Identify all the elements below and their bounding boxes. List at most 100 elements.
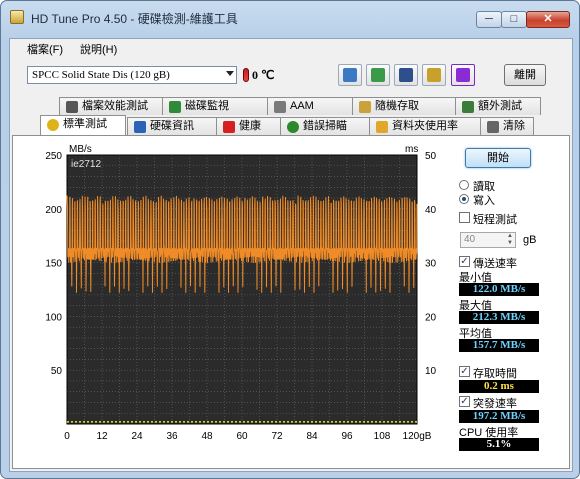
tab-label: 清除 [503,120,525,132]
tab-row-bottom: 標準測試 硬碟資訊 健康 錯誤掃瞄 資料夾使用率 清除 [10,115,570,135]
tab-label: 標準測試 [63,118,107,130]
tab-label: 磁碟監視 [185,100,229,112]
maximize-button[interactable]: □ [501,11,527,28]
short-test-label: 短程測試 [473,214,517,226]
x-tick-label: 36 [166,431,178,442]
tab-label: 健康 [239,120,261,132]
access-time-value: 0.2 ms [459,380,539,393]
save-icon [399,68,413,82]
x-tick-label: 60 [236,431,248,442]
window-frame: HD Tune Pro 4.50 - 硬碟檢測-維護工具 ─ □ ✕ 檔案(F)… [0,0,580,479]
y-tick-label: 50 [51,366,63,377]
error-scan-icon [287,121,299,133]
y2-tick-label: 50 [425,151,437,162]
copy-screenshot-icon [371,68,385,82]
stepper-up-icon[interactable]: ▲ [505,233,515,240]
tab-error-scan[interactable]: 錯誤掃瞄 [280,117,370,135]
x-tick-label: 84 [306,431,318,442]
tab-label: 額外測試 [478,100,522,112]
tab-label: 資料夾使用率 [392,120,458,132]
write-radio[interactable] [459,194,469,204]
client-area: 檔案(F) 說明(H) SPCC Solid State Dis (120 gB… [9,38,573,472]
controls-panel: 開始 讀取 寫入 短程測試 40 ▲ ▼ gB ✓ 傳送速率 最小值 122.0… [453,136,568,466]
benchmark-icon [47,119,59,131]
x-tick-label: 72 [271,431,283,442]
tab-label: AAM [290,100,314,112]
tab-label: 錯誤掃瞄 [303,120,347,132]
drive-select-value: SPCC Solid State Dis (120 gB) [32,69,170,81]
download-icon [456,68,470,82]
temperature-readout: 0 ℃ [252,68,275,82]
y2-tick-label: 20 [425,312,437,323]
y-tick-label: 100 [45,312,62,323]
extra-tests-icon [462,101,474,113]
tab-erase[interactable]: 清除 [480,117,534,135]
download-button[interactable] [451,64,475,86]
speaker-icon [274,101,286,113]
write-label: 寫入 [473,195,495,207]
x-tick-label: 48 [201,431,213,442]
erase-icon [487,121,499,133]
tab-random-access[interactable]: 隨機存取 [352,97,456,115]
transfer-rate-checkbox[interactable]: ✓ [459,256,470,267]
read-radio[interactable] [459,180,469,190]
menu-file[interactable]: 檔案(F) [27,41,63,57]
tab-folder-usage[interactable]: 資料夾使用率 [369,117,481,135]
start-button[interactable]: 開始 [465,148,531,168]
save-button[interactable] [394,64,418,86]
exit-button[interactable]: 離開 [504,64,546,86]
burst-rate-checkbox[interactable]: ✓ [459,396,470,407]
y2-tick-label: 30 [425,259,437,270]
tab-aam[interactable]: AAM [267,97,353,115]
copy-text-button[interactable] [338,64,362,86]
app-icon [10,10,24,24]
menu-bar: 檔案(F) 說明(H) [10,39,572,56]
drive-select[interactable]: SPCC Solid State Dis (120 gB) [27,66,237,84]
folder-usage-icon [376,121,388,133]
disk-monitor-icon [169,101,181,113]
tab-health[interactable]: 健康 [216,117,281,135]
x-tick-label: 12 [96,431,108,442]
tab-info[interactable]: 硬碟資訊 [127,117,217,135]
y2-tick-label: 40 [425,205,437,216]
tab-disk-monitor[interactable]: 磁碟監視 [162,97,268,115]
stepper-down-icon[interactable]: ▼ [505,240,515,247]
options-icon [427,68,441,82]
tab-benchmark[interactable]: 標準測試 [40,115,126,135]
short-test-checkbox[interactable] [459,212,470,223]
file-benchmark-icon [66,101,78,113]
y-tick-label: 150 [45,259,62,270]
test-size-stepper[interactable]: 40 ▲ ▼ [460,232,516,248]
y2-tick-label: 10 [425,366,437,377]
benchmark-panel: 50 100 150 200 250 10 20 30 40 50 0 12 24 36 48 60 72 84 9… [12,135,570,469]
health-cross-icon [223,121,235,133]
random-access-icon [359,101,371,113]
y-axis-label: MB/s [69,144,92,155]
x-tick-label: 96 [341,431,353,442]
x-tick-label: 0 [64,431,70,442]
copy-screenshot-button[interactable] [366,64,390,86]
tab-label: 檔案效能測試 [82,100,148,112]
y2-axis-label: ms [405,144,418,155]
test-size-value: 40 [464,234,476,245]
burst-rate-label: 突發速率 [473,398,517,410]
close-button[interactable]: ✕ [526,11,570,28]
min-value: 122.0 MB/s [459,283,539,296]
tab-extra-tests[interactable]: 額外測試 [455,97,541,115]
options-button[interactable] [422,64,446,86]
access-time-checkbox[interactable]: ✓ [459,366,470,377]
minimize-button[interactable]: ─ [476,11,502,28]
chevron-down-icon [226,71,234,76]
max-value: 212.3 MB/s [459,311,539,324]
tab-file-benchmark[interactable]: 檔案效能測試 [59,97,163,115]
y-tick-label: 200 [45,205,62,216]
title-bar[interactable]: HD Tune Pro 4.50 - 硬碟檢測-維護工具 ─ □ ✕ [1,1,579,33]
burst-rate-value: 197.2 MB/s [459,410,539,423]
test-size-unit: gB [523,234,537,246]
copy-text-icon [343,68,357,82]
x-tick-label: 24 [131,431,143,442]
graph-label: ie2712 [71,159,101,170]
access-time-label: 存取時間 [473,368,517,380]
menu-help[interactable]: 說明(H) [80,41,117,57]
window-title: HD Tune Pro 4.50 - 硬碟檢測-維護工具 [31,12,238,26]
